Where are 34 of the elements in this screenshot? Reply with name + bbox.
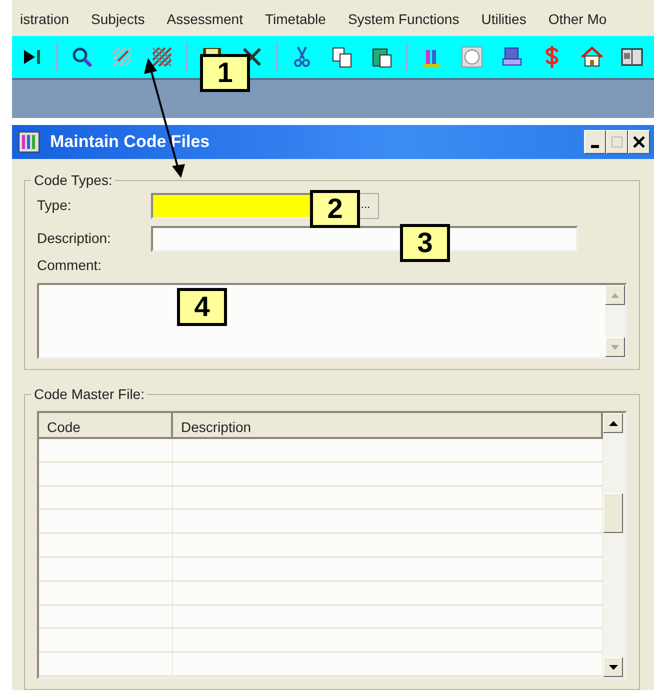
up-arrow-icon (611, 292, 619, 298)
copy-icon[interactable] (330, 45, 354, 69)
search-icon[interactable] (70, 45, 94, 69)
scroll-thumb[interactable] (603, 493, 623, 533)
menu-item[interactable]: Timetable (264, 9, 326, 30)
menu-item[interactable]: Utilities (481, 9, 526, 30)
menu-item[interactable]: System Functions (348, 9, 460, 30)
app-icon (18, 131, 40, 154)
close-button[interactable] (628, 130, 650, 154)
column-header[interactable]: Code (39, 413, 173, 437)
callout-tooltip: 3 (400, 224, 450, 262)
field-label: Description: (37, 229, 112, 248)
menu-item[interactable]: istration (20, 9, 70, 30)
minimize-icon (591, 144, 599, 148)
scroll-down-button[interactable] (603, 657, 623, 677)
window-title: Maintain Code Files (50, 131, 210, 154)
menu-item[interactable]: Other Mo (548, 9, 607, 30)
home-icon[interactable] (580, 45, 604, 69)
maximize-icon (611, 136, 623, 148)
up-arrow-icon (608, 420, 618, 426)
field-label: Comment: (37, 256, 103, 275)
menu-item[interactable]: Subjects (91, 9, 145, 30)
scroll-up-button[interactable] (603, 413, 623, 433)
field-label: Type: (37, 196, 72, 215)
close-icon (633, 136, 645, 148)
callout-tooltip: 4 (177, 288, 227, 326)
callout-tooltip: 2 (310, 190, 360, 228)
menu-item[interactable]: Assessment (166, 9, 243, 30)
callout-tooltip: 1 (200, 54, 250, 92)
minimize-button[interactable] (584, 130, 606, 154)
down-arrow-icon (608, 664, 618, 670)
down-arrow-icon (611, 344, 619, 350)
maximize-button[interactable] (606, 130, 628, 154)
hatched-icon[interactable] (150, 45, 174, 69)
